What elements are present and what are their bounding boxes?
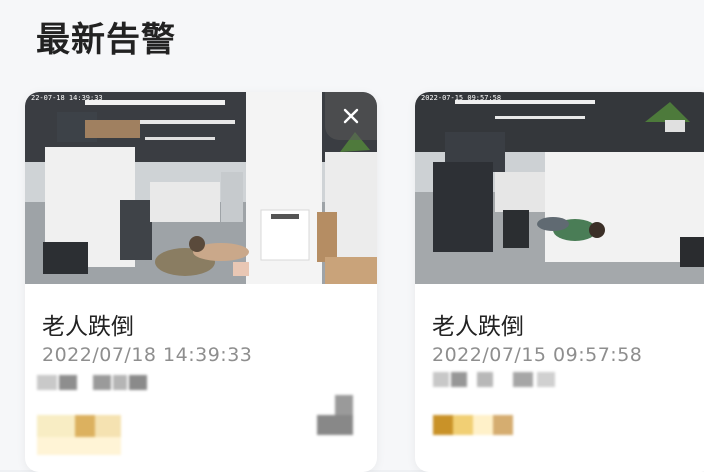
close-button[interactable] xyxy=(325,92,377,140)
close-icon xyxy=(343,108,359,124)
redacted-info xyxy=(37,375,353,455)
alert-time: 2022/07/18 14:39:33 xyxy=(42,344,253,366)
alert-title: 老人跌倒 xyxy=(432,314,524,340)
alert-title: 老人跌倒 xyxy=(42,314,134,340)
snapshot-timestamp: 22-07-18 14:39:33 xyxy=(31,94,103,102)
alert-snapshot[interactable]: 22-07-18 14:39:33 xyxy=(25,92,377,284)
alert-card[interactable]: 22-07-18 14:39:33 老人跌倒 2022/07/18 14:39:… xyxy=(25,92,377,472)
page-title: 最新告警 xyxy=(36,20,176,60)
alert-snapshot[interactable]: 2022-07-15 09:57:58 xyxy=(415,92,704,284)
office-scene-image xyxy=(415,92,704,284)
snapshot-timestamp: 2022-07-15 09:57:58 xyxy=(421,94,502,102)
alert-time: 2022/07/15 09:57:58 xyxy=(432,344,643,366)
redacted-info xyxy=(433,372,555,435)
alert-card[interactable]: 2022-07-15 09:57:58 老人跌倒 2022/07/15 09:5… xyxy=(415,92,704,472)
